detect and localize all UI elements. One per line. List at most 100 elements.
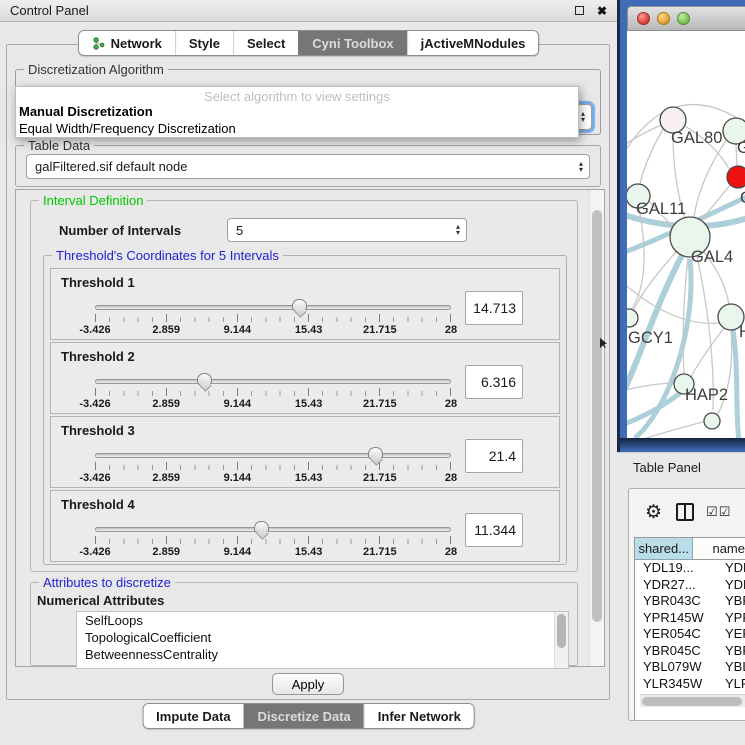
apply-button[interactable]: Apply — [272, 673, 344, 695]
scale-label: -3.426 — [79, 324, 110, 336]
control-panel: Control Panel ✖ Network Style Select Cyn… — [0, 0, 617, 745]
table-row[interactable]: YDR27...YDR2 — [635, 577, 745, 594]
numerical-attributes-label: Numerical Attributes — [37, 593, 164, 608]
tab-label: Network — [111, 36, 162, 51]
checkbox-icons[interactable]: ☑☑ — [706, 504, 731, 520]
slider-scale: -3.426 2.859 9.144 15.43 21.715 28 — [95, 324, 451, 337]
group-title: Interval Definition — [39, 193, 147, 208]
zoom-traffic-light-icon[interactable] — [677, 12, 690, 25]
number-of-intervals-value: 5 — [236, 223, 243, 238]
tab-infer-network[interactable]: Infer Network — [364, 704, 474, 728]
tab-jactivemnodules[interactable]: jActiveMNodules — [407, 31, 539, 55]
numerical-attributes-list[interactable]: SelfLoopsTopologicalCoefficientBetweenne… — [76, 611, 569, 669]
threshold-label: Threshold 3 — [61, 423, 135, 438]
close-traffic-light-icon[interactable] — [637, 12, 650, 25]
table-row[interactable]: YLR345WYLR3 — [635, 676, 745, 693]
screen: Control Panel ✖ Network Style Select Cyn… — [0, 0, 745, 745]
slider-scale: -3.426 2.859 9.144 15.43 21.715 28 — [95, 546, 451, 559]
tab-cyni-toolbox[interactable]: Cyni Toolbox — [298, 31, 406, 55]
node-partial-bottom[interactable] — [704, 413, 720, 429]
threshold-slider[interactable]: -3.426 2.859 9.144 15.43 21.715 28 — [95, 521, 451, 559]
number-of-intervals-combobox[interactable]: 5 ▴▾ — [227, 218, 467, 242]
tab-network[interactable]: Network — [79, 31, 175, 55]
column-header-name[interactable]: name — [693, 538, 745, 560]
group-title: Table Data — [24, 138, 94, 153]
column-header-shared-name[interactable]: shared... — [635, 538, 693, 560]
slider-thumb[interactable] — [254, 521, 269, 533]
node-label-partial: G — [737, 139, 745, 157]
minimize-traffic-light-icon[interactable] — [657, 12, 670, 25]
table-data-combobox[interactable]: galFiltered.sif default node ▴▾ — [26, 154, 590, 179]
slider-track[interactable] — [95, 305, 451, 310]
slider-thumb[interactable] — [368, 447, 383, 459]
scale-label: 28 — [445, 398, 457, 410]
attribute-list-item[interactable]: TopologicalCoefficient — [77, 629, 568, 646]
table-row[interactable]: YER054CYER0 — [635, 626, 745, 643]
slider-thumb[interactable] — [292, 299, 307, 311]
table-data-group: Table Data galFiltered.sif default node … — [15, 145, 601, 187]
table-header-row: shared... name — [635, 538, 745, 560]
tab-label: Discretize Data — [258, 709, 351, 724]
attribute-list-item[interactable]: BetweennessCentrality — [77, 646, 568, 663]
slider-track[interactable] — [95, 379, 451, 384]
float-window-icon[interactable] — [575, 6, 584, 15]
threshold-slider[interactable]: -3.426 2.859 9.144 15.43 21.715 28 — [95, 373, 451, 411]
table-row[interactable]: YBR045CYBR0 — [635, 643, 745, 660]
threshold-panel: Threshold 4 -3.426 2.859 9.144 15.43 — [50, 490, 560, 562]
tab-discretize-data[interactable]: Discretize Data — [244, 704, 364, 728]
node-label-gal80: GAL80 — [671, 129, 722, 147]
horizontal-scrollbar[interactable] — [640, 694, 745, 707]
slider-ticks — [95, 536, 451, 544]
scale-label: 28 — [445, 546, 457, 558]
node-label-gal4: GAL4 — [691, 248, 733, 266]
columns-icon[interactable] — [676, 503, 694, 521]
node-highlighted-red[interactable] — [727, 166, 745, 188]
list-scrollbar[interactable] — [554, 612, 568, 668]
table-row[interactable]: YBL079WYBL0 — [635, 659, 745, 676]
table-row[interactable]: YBR043CYBR0 — [635, 593, 745, 610]
node-attribute-table[interactable]: shared... name YDL19...YDL1YDR27...YDR2Y… — [634, 537, 745, 720]
tab-impute-data[interactable]: Impute Data — [143, 704, 243, 728]
table-panel-toolbar: ⚙ ☑☑ — [629, 489, 745, 535]
scrollbar-thumb[interactable] — [592, 210, 602, 622]
threshold-value-field[interactable]: 21.4 — [465, 439, 523, 473]
dropdown-option-manual-discretization[interactable]: Manual Discretization — [16, 103, 578, 120]
scale-label: 9.144 — [224, 472, 252, 484]
threshold-slider[interactable]: -3.426 2.859 9.144 15.43 21.715 28 — [95, 447, 451, 485]
scale-label: 15.43 — [295, 398, 323, 410]
table-row[interactable]: YPR145WYPR1 — [635, 610, 745, 627]
scale-label: 15.43 — [295, 546, 323, 558]
number-of-intervals-label: Number of Intervals — [59, 223, 181, 238]
node-label-partial: C — [740, 189, 745, 207]
scrollbar-thumb[interactable] — [642, 697, 742, 706]
vertical-scrollbar[interactable] — [589, 190, 604, 666]
threshold-value-field[interactable]: 11.344 — [465, 513, 523, 547]
tab-style[interactable]: Style — [175, 31, 233, 55]
network-window-bottom-frame — [620, 438, 745, 452]
scale-label: 2.859 — [152, 546, 180, 558]
slider-track[interactable] — [95, 527, 451, 532]
scale-label: 9.144 — [224, 398, 252, 410]
scrollbar-thumb[interactable] — [557, 614, 566, 648]
network-canvas[interactable]: GAL80 G C GAL11 GAL4 GCY1 H HAP2 — [627, 31, 745, 438]
slider-track[interactable] — [95, 453, 451, 458]
tab-label: jActiveMNodules — [421, 36, 526, 51]
node-gcy1[interactable] — [627, 309, 638, 327]
attribute-list-item[interactable]: SelfLoops — [77, 612, 568, 629]
group-title: Threshold's Coordinates for 5 Intervals — [52, 248, 283, 263]
threshold-panel: Threshold 2 -3.426 2.859 9.144 15.43 — [50, 342, 560, 414]
close-icon[interactable]: ✖ — [597, 5, 607, 17]
threshold-value-field[interactable]: 14.713 — [465, 291, 523, 325]
scale-label: 15.43 — [295, 472, 323, 484]
table-rows: YDL19...YDL1YDR27...YDR2YBR043CYBR0YPR14… — [635, 560, 745, 709]
gear-icon[interactable]: ⚙ — [645, 503, 662, 522]
dropdown-option-equal-width-frequency[interactable]: Equal Width/Frequency Discretization — [16, 120, 578, 137]
threshold-slider[interactable]: -3.426 2.859 9.144 15.43 21.715 28 — [95, 299, 451, 337]
control-panel-titlebar: Control Panel ✖ — [0, 0, 617, 22]
slider-thumb[interactable] — [197, 373, 212, 385]
threshold-value-field[interactable]: 6.316 — [465, 365, 523, 399]
table-row[interactable]: YDL19...YDL1 — [635, 560, 745, 577]
tab-label: Impute Data — [156, 709, 230, 724]
tab-select[interactable]: Select — [233, 31, 298, 55]
combo-stepper-icon: ▴▾ — [456, 224, 466, 236]
